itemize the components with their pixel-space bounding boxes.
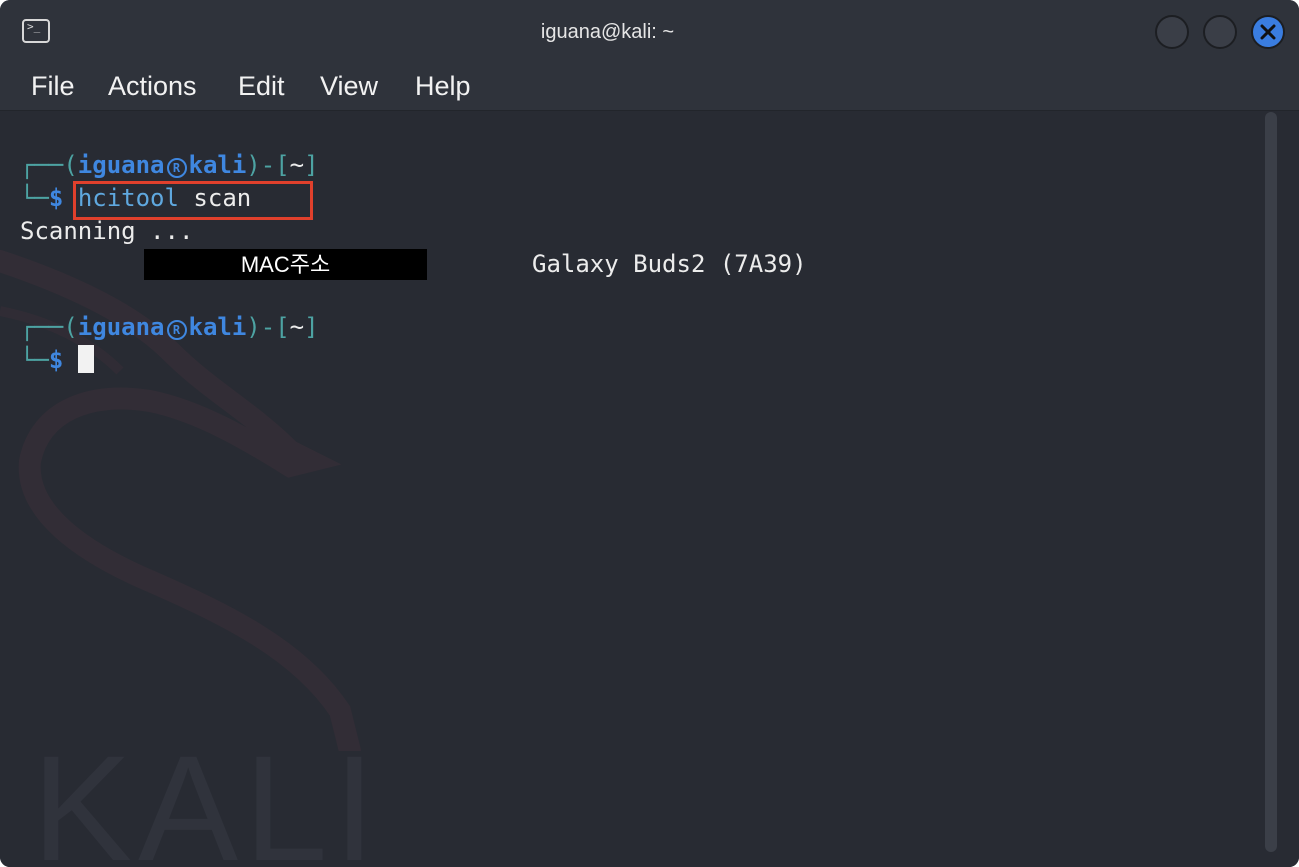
- device-name: Galaxy Buds2 (7A39): [532, 250, 807, 278]
- prompt-frame-top: ┌──(: [20, 151, 78, 179]
- close-icon: [1260, 24, 1276, 40]
- prompt-host: kali: [188, 313, 247, 341]
- vertical-scrollbar[interactable]: [1265, 112, 1277, 852]
- menu-bar: File Actions Edit View Help: [0, 64, 1299, 111]
- prompt-frame-bottom: └─: [20, 346, 49, 374]
- prompt-line-2: ┌──(iguana Rkali)-[~]: [20, 311, 319, 343]
- minimize-button[interactable]: [1155, 15, 1189, 49]
- title-bar[interactable]: >_ iguana@kali: ~: [0, 0, 1299, 64]
- maximize-button[interactable]: [1203, 15, 1237, 49]
- kali-reg-icon: R: [166, 320, 187, 340]
- menu-file[interactable]: File: [31, 70, 75, 102]
- terminal-window: >_ iguana@kali: ~ File Actions Edit View…: [0, 0, 1299, 867]
- command-line-2: └─$: [20, 344, 94, 376]
- prompt-user: iguana: [77, 151, 165, 179]
- kali-reg-icon: R: [166, 158, 187, 178]
- scanning-text: Scanning ...: [20, 217, 194, 245]
- prompt-dollar: $: [48, 346, 64, 374]
- prompt-close: ]: [304, 313, 319, 341]
- prompt-line-1: ┌──(iguana Rkali)-[~]: [20, 149, 319, 181]
- prompt-mid: )-[: [246, 151, 290, 179]
- kali-watermark-text: KALI: [32, 724, 382, 867]
- prompt-dir: ~: [289, 151, 305, 179]
- prompt-close: ]: [304, 151, 319, 179]
- menu-actions[interactable]: Actions: [108, 70, 197, 102]
- prompt-frame-top: ┌──(: [20, 313, 78, 341]
- terminal-output-area[interactable]: KALI ┌──(iguana Rkali)-[~] └─$ hcitool sc…: [0, 111, 1299, 867]
- window-title: iguana@kali: ~: [540, 21, 675, 43]
- close-button[interactable]: [1251, 15, 1285, 49]
- text-cursor[interactable]: [77, 345, 94, 373]
- menu-view[interactable]: View: [320, 70, 378, 102]
- prompt-user: iguana: [77, 313, 165, 341]
- prompt-host: kali: [188, 151, 247, 179]
- prompt-frame-bottom: └─: [20, 184, 49, 212]
- scan-output-line: Scanning ...: [20, 215, 193, 247]
- prompt-mid: )-[: [246, 313, 290, 341]
- prompt-dir: ~: [289, 313, 305, 341]
- redacted-mac-address: MAC주소: [144, 249, 427, 280]
- menu-help[interactable]: Help: [415, 70, 471, 102]
- prompt-dollar: $: [48, 184, 64, 212]
- menu-edit[interactable]: Edit: [238, 70, 285, 102]
